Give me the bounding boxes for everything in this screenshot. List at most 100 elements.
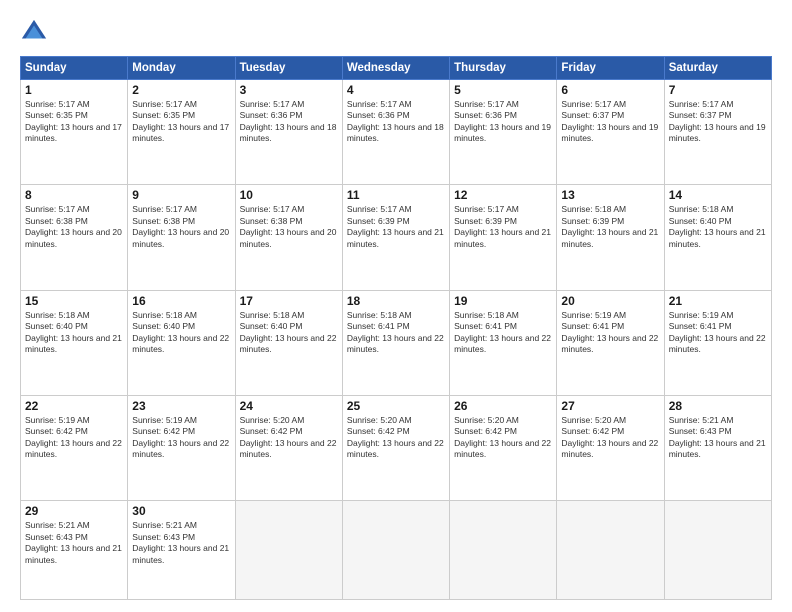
calendar-cell: 24 Sunrise: 5:20 AMSunset: 6:42 PMDayligh… — [235, 395, 342, 500]
day-info: Sunrise: 5:18 AMSunset: 6:40 PMDaylight:… — [132, 310, 230, 356]
day-info: Sunrise: 5:17 AMSunset: 6:36 PMDaylight:… — [240, 99, 338, 145]
day-number: 22 — [25, 399, 123, 413]
page: SundayMondayTuesdayWednesdayThursdayFrid… — [0, 0, 792, 612]
day-number: 7 — [669, 83, 767, 97]
day-number: 9 — [132, 188, 230, 202]
day-number: 8 — [25, 188, 123, 202]
day-number: 2 — [132, 83, 230, 97]
day-info: Sunrise: 5:21 AMSunset: 6:43 PMDaylight:… — [132, 520, 230, 566]
calendar-week-3: 22 Sunrise: 5:19 AMSunset: 6:42 PMDayligh… — [21, 395, 772, 500]
day-info: Sunrise: 5:17 AMSunset: 6:36 PMDaylight:… — [454, 99, 552, 145]
calendar-cell: 12 Sunrise: 5:17 AMSunset: 6:39 PMDayligh… — [450, 185, 557, 290]
day-number: 4 — [347, 83, 445, 97]
calendar-cell: 28 Sunrise: 5:21 AMSunset: 6:43 PMDayligh… — [664, 395, 771, 500]
calendar-cell: 27Sunrise: 5:20 AMSunset: 6:42 PMDayligh… — [557, 395, 664, 500]
day-info: Sunrise: 5:18 AMSunset: 6:39 PMDaylight:… — [561, 204, 659, 250]
calendar-cell — [557, 501, 664, 600]
calendar-cell — [664, 501, 771, 600]
calendar-cell — [235, 501, 342, 600]
logo-icon — [20, 18, 48, 46]
day-number: 25 — [347, 399, 445, 413]
day-info: Sunrise: 5:20 AMSunset: 6:42 PMDaylight:… — [347, 415, 445, 461]
day-number: 11 — [347, 188, 445, 202]
calendar-week-2: 15 Sunrise: 5:18 AMSunset: 6:40 PMDayligh… — [21, 290, 772, 395]
weekday-header-saturday: Saturday — [664, 57, 771, 80]
day-info: Sunrise: 5:21 AMSunset: 6:43 PMDaylight:… — [25, 520, 123, 566]
day-number: 12 — [454, 188, 552, 202]
day-number: 18 — [347, 294, 445, 308]
day-number: 10 — [240, 188, 338, 202]
weekday-header-thursday: Thursday — [450, 57, 557, 80]
calendar-cell: 21 Sunrise: 5:19 AMSunset: 6:41 PMDayligh… — [664, 290, 771, 395]
day-number: 21 — [669, 294, 767, 308]
weekday-header-monday: Monday — [128, 57, 235, 80]
calendar-cell: 2 Sunrise: 5:17 AMSunset: 6:35 PMDaylight… — [128, 80, 235, 185]
calendar-table: SundayMondayTuesdayWednesdayThursdayFrid… — [20, 56, 772, 600]
header — [20, 18, 772, 46]
day-info: Sunrise: 5:19 AMSunset: 6:41 PMDaylight:… — [561, 310, 659, 356]
day-info: Sunrise: 5:20 AMSunset: 6:42 PMDaylight:… — [240, 415, 338, 461]
day-info: Sunrise: 5:19 AMSunset: 6:41 PMDaylight:… — [669, 310, 767, 356]
weekday-header-sunday: Sunday — [21, 57, 128, 80]
day-number: 3 — [240, 83, 338, 97]
calendar-cell: 10Sunrise: 5:17 AMSunset: 6:38 PMDayligh… — [235, 185, 342, 290]
day-info: Sunrise: 5:17 AMSunset: 6:35 PMDaylight:… — [132, 99, 230, 145]
calendar-cell: 23Sunrise: 5:19 AMSunset: 6:42 PMDayligh… — [128, 395, 235, 500]
day-number: 16 — [132, 294, 230, 308]
calendar-cell: 17 Sunrise: 5:18 AMSunset: 6:40 PMDayligh… — [235, 290, 342, 395]
calendar-cell — [342, 501, 449, 600]
day-info: Sunrise: 5:21 AMSunset: 6:43 PMDaylight:… — [669, 415, 767, 461]
day-info: Sunrise: 5:18 AMSunset: 6:41 PMDaylight:… — [347, 310, 445, 356]
logo — [20, 18, 52, 46]
weekday-header-row: SundayMondayTuesdayWednesdayThursdayFrid… — [21, 57, 772, 80]
calendar-week-4: 29 Sunrise: 5:21 AMSunset: 6:43 PMDayligh… — [21, 501, 772, 600]
day-info: Sunrise: 5:18 AMSunset: 6:40 PMDaylight:… — [240, 310, 338, 356]
day-info: Sunrise: 5:17 AMSunset: 6:37 PMDaylight:… — [561, 99, 659, 145]
day-number: 26 — [454, 399, 552, 413]
calendar-cell: 3 Sunrise: 5:17 AMSunset: 6:36 PMDaylight… — [235, 80, 342, 185]
day-number: 30 — [132, 504, 230, 518]
calendar-cell: 15 Sunrise: 5:18 AMSunset: 6:40 PMDayligh… — [21, 290, 128, 395]
day-info: Sunrise: 5:20 AMSunset: 6:42 PMDaylight:… — [454, 415, 552, 461]
calendar-week-1: 8 Sunrise: 5:17 AMSunset: 6:38 PMDaylight… — [21, 185, 772, 290]
day-number: 20 — [561, 294, 659, 308]
calendar-cell: 14 Sunrise: 5:18 AMSunset: 6:40 PMDayligh… — [664, 185, 771, 290]
calendar-cell: 8 Sunrise: 5:17 AMSunset: 6:38 PMDaylight… — [21, 185, 128, 290]
day-info: Sunrise: 5:17 AMSunset: 6:38 PMDaylight:… — [25, 204, 123, 250]
calendar-cell: 1Sunrise: 5:17 AMSunset: 6:35 PMDaylight… — [21, 80, 128, 185]
calendar-cell: 16 Sunrise: 5:18 AMSunset: 6:40 PMDayligh… — [128, 290, 235, 395]
day-number: 19 — [454, 294, 552, 308]
calendar-cell: 13 Sunrise: 5:18 AMSunset: 6:39 PMDayligh… — [557, 185, 664, 290]
day-info: Sunrise: 5:19 AMSunset: 6:42 PMDaylight:… — [25, 415, 123, 461]
calendar-cell: 11 Sunrise: 5:17 AMSunset: 6:39 PMDayligh… — [342, 185, 449, 290]
day-info: Sunrise: 5:17 AMSunset: 6:37 PMDaylight:… — [669, 99, 767, 145]
day-number: 27 — [561, 399, 659, 413]
calendar-cell: 18 Sunrise: 5:18 AMSunset: 6:41 PMDayligh… — [342, 290, 449, 395]
day-number: 6 — [561, 83, 659, 97]
calendar-cell: 4 Sunrise: 5:17 AMSunset: 6:36 PMDaylight… — [342, 80, 449, 185]
day-info: Sunrise: 5:18 AMSunset: 6:41 PMDaylight:… — [454, 310, 552, 356]
calendar-cell: 5 Sunrise: 5:17 AMSunset: 6:36 PMDaylight… — [450, 80, 557, 185]
weekday-header-tuesday: Tuesday — [235, 57, 342, 80]
day-number: 17 — [240, 294, 338, 308]
day-info: Sunrise: 5:18 AMSunset: 6:40 PMDaylight:… — [669, 204, 767, 250]
day-info: Sunrise: 5:17 AMSunset: 6:36 PMDaylight:… — [347, 99, 445, 145]
calendar-cell: 20 Sunrise: 5:19 AMSunset: 6:41 PMDayligh… — [557, 290, 664, 395]
calendar-cell: 9Sunrise: 5:17 AMSunset: 6:38 PMDaylight… — [128, 185, 235, 290]
day-number: 5 — [454, 83, 552, 97]
day-number: 24 — [240, 399, 338, 413]
day-number: 13 — [561, 188, 659, 202]
weekday-header-friday: Friday — [557, 57, 664, 80]
day-number: 14 — [669, 188, 767, 202]
day-number: 1 — [25, 83, 123, 97]
day-number: 28 — [669, 399, 767, 413]
day-info: Sunrise: 5:17 AMSunset: 6:39 PMDaylight:… — [454, 204, 552, 250]
calendar-cell: 26 Sunrise: 5:20 AMSunset: 6:42 PMDayligh… — [450, 395, 557, 500]
day-number: 15 — [25, 294, 123, 308]
calendar-cell: 7 Sunrise: 5:17 AMSunset: 6:37 PMDaylight… — [664, 80, 771, 185]
day-number: 29 — [25, 504, 123, 518]
day-info: Sunrise: 5:18 AMSunset: 6:40 PMDaylight:… — [25, 310, 123, 356]
calendar-cell — [450, 501, 557, 600]
day-info: Sunrise: 5:17 AMSunset: 6:39 PMDaylight:… — [347, 204, 445, 250]
calendar-cell: 30 Sunrise: 5:21 AMSunset: 6:43 PMDayligh… — [128, 501, 235, 600]
